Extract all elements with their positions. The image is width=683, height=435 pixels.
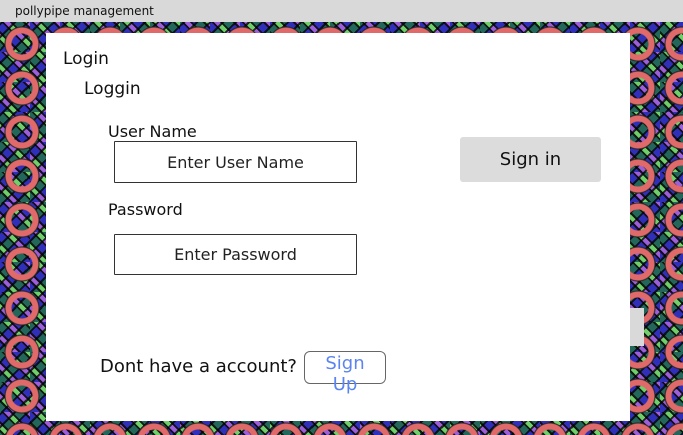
password-input[interactable]	[114, 234, 357, 275]
signup-button[interactable]: Sign Up	[304, 351, 386, 395]
form-title: Login	[63, 49, 109, 69]
username-label: User Name	[108, 122, 197, 141]
form-subtitle: Loggin	[84, 79, 141, 99]
login-panel: Login Loggin User Name Password Sign in …	[46, 33, 630, 421]
password-label: Password	[108, 200, 183, 219]
scrollbar-thumb[interactable]	[630, 308, 644, 346]
window-title: pollypipe management	[0, 0, 683, 22]
account-prompt: Dont have a account?	[100, 356, 297, 377]
signin-button[interactable]: Sign in	[460, 137, 601, 182]
username-input[interactable]	[114, 141, 357, 183]
